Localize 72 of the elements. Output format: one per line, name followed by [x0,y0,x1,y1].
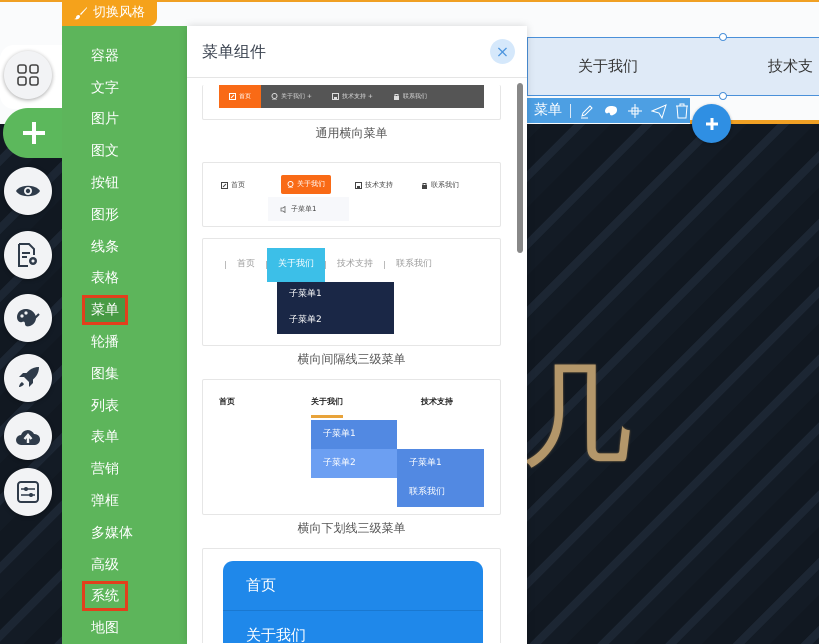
grid-icon [17,64,39,86]
category-item[interactable]: 地图 [82,613,128,644]
submenu-item: 子菜单1 [408,456,443,470]
rocket-icon [16,366,40,390]
resize-handle[interactable] [719,33,727,41]
panel-title: 菜单组件 [202,40,266,62]
edit-icon [229,93,236,100]
toolbar-label: 菜单 [534,101,562,120]
category-item[interactable]: 多媒体 [82,518,142,548]
lock-icon [421,182,428,189]
document-gear-icon [17,243,39,267]
template-card[interactable]: 首页 关于我们 技术支持 子菜单1 子菜单2 子菜单1 联系我们 [202,379,501,515]
brush-icon [74,6,88,20]
category-item[interactable]: 按钮 [82,168,128,198]
trash-icon[interactable] [675,102,689,118]
template-caption: 横向间隔线三级菜单 [296,351,406,368]
category-item[interactable]: 图文 [82,136,128,166]
save-icon [355,182,362,189]
resize-handle[interactable] [719,92,727,100]
menu-preview-item: 联系我们 [395,258,433,272]
plus-icon [704,116,720,132]
template-card[interactable]: 首页 关于我们 技术支持 联系我们 子菜单1 子菜单2 [202,238,501,346]
scrollbar[interactable] [517,83,523,253]
menu-preview-item: 关于我们 [223,611,483,643]
send-icon[interactable] [651,102,667,118]
menu-preview-item: 首页 [219,396,235,408]
add-button[interactable] [692,104,731,143]
menu-preview-item: 首页 [223,561,483,611]
submenu-item: 联系我们 [408,486,446,499]
category-item[interactable]: 线条 [82,232,128,262]
category-item[interactable]: 文字 [82,72,128,103]
category-item[interactable]: 列表 [82,390,128,421]
category-item[interactable]: 菜单 [82,295,128,326]
save-icon [332,93,339,100]
category-item[interactable]: 表格 [82,263,128,294]
category-item[interactable]: 系统 [82,581,128,612]
submenu-item: 子菜单1 [322,428,357,441]
category-item[interactable]: 图集 [82,358,128,389]
category-item[interactable]: 图形 [82,200,128,230]
add-button[interactable] [3,108,65,158]
switch-style-button[interactable]: 切换风格 [62,0,157,26]
category-item[interactable]: 图片 [82,104,128,134]
template-caption: 通用横向菜单 [314,125,388,142]
menu-item[interactable]: 关于我们 [578,55,638,78]
hero-title: 几 [520,360,632,472]
menu-bar[interactable]: 关于我们 技术支 [527,37,819,96]
sliders-icon [17,481,39,503]
category-item[interactable]: 营销 [82,454,128,484]
submenu-item: 子菜单1 [288,288,323,302]
close-button[interactable]: × [490,39,515,64]
menu-preview-item: 关于我们 [267,248,325,282]
edit-icon [221,182,228,189]
menu-item[interactable]: 技术支 [768,55,813,78]
submenu-item: 子菜单2 [311,449,397,478]
category-item[interactable]: 轮播 [82,327,128,358]
menu-preview-item: 技术支持 [421,396,453,408]
category-item[interactable]: 表单 [82,422,128,452]
move-icon[interactable] [627,102,643,118]
menu-preview-item: 首页 [236,258,256,272]
submenu-item: 子菜单2 [288,314,323,328]
pencil-icon[interactable] [579,102,595,118]
menu-preview-item: 技术支持 [336,258,374,272]
eye-icon [16,183,40,199]
template-card[interactable]: 首页 关于我们 [202,548,501,643]
lock-icon [392,93,400,100]
template-caption: 横向下划线三级菜单 [296,520,406,537]
category-item[interactable]: 高级 [82,550,128,580]
palette-icon [16,307,40,329]
category-item[interactable]: 容器 [82,40,128,71]
plus-icon [22,121,46,145]
speaker-icon [280,206,287,212]
category-item[interactable]: 弹框 [82,486,128,516]
